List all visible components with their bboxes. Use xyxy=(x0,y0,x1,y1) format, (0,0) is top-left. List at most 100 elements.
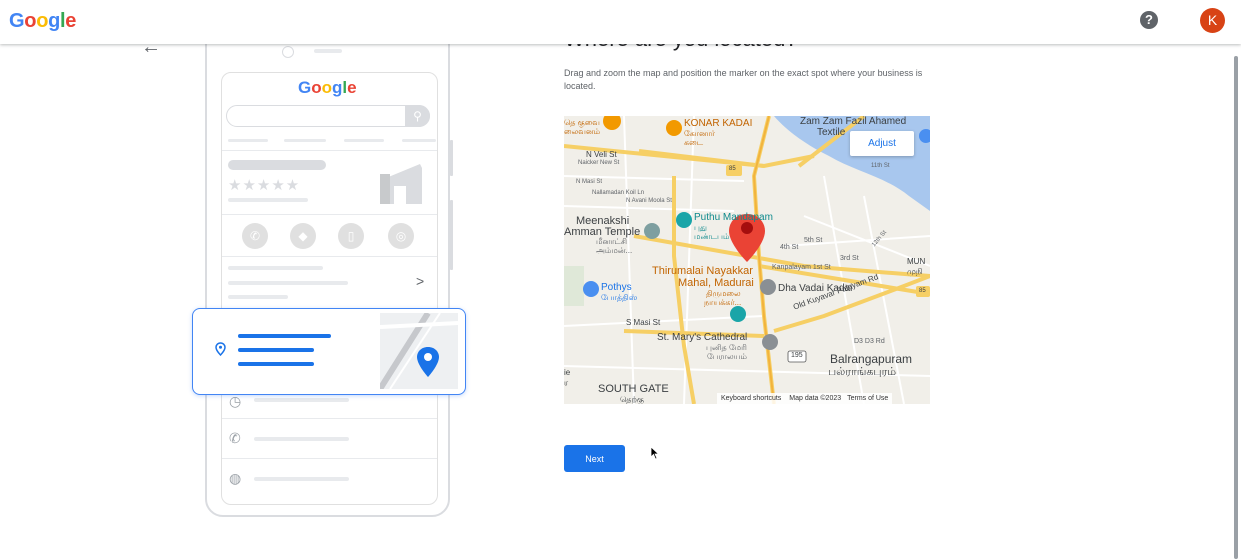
map-label: Puthu Mandapam xyxy=(694,212,773,223)
map-label: Pothys xyxy=(601,282,632,293)
logo-letter: o xyxy=(321,78,333,97)
divider xyxy=(222,150,437,151)
illustration-google-logo: Google xyxy=(298,78,357,98)
terms-of-use-link[interactable]: Terms of Use xyxy=(847,395,888,402)
keyboard-shortcuts-link[interactable]: Keyboard shortcuts xyxy=(721,395,781,402)
avatar[interactable]: K xyxy=(1200,8,1225,33)
map-label: Zam Zam Fazil Ahamed xyxy=(800,116,907,127)
bookmark-icon: ▯ xyxy=(338,223,364,249)
map-label: ie xyxy=(564,368,571,377)
logo-letter: G xyxy=(9,10,25,32)
phone-icon: ✆ xyxy=(242,223,268,249)
address-line xyxy=(238,362,314,366)
illustration-title-bar xyxy=(228,160,326,170)
globe-icon: ◍ xyxy=(229,470,242,486)
adjust-button[interactable]: Adjust xyxy=(850,131,914,156)
map-label: 5th St xyxy=(804,237,823,244)
divider xyxy=(222,458,437,459)
map-label: மண்டபம் xyxy=(694,232,730,241)
logo-letter: o xyxy=(24,10,37,32)
illustration-line xyxy=(228,295,288,299)
top-app-bar: Google ? K xyxy=(0,0,1241,44)
map-footer: Keyboard shortcuts Map data ©2023 Terms … xyxy=(717,393,893,404)
divider xyxy=(222,256,437,257)
map-label: பேராலயம் xyxy=(707,352,747,361)
logo-letter: o xyxy=(311,78,322,97)
phone-side-button xyxy=(450,200,453,270)
store-icon xyxy=(380,164,422,204)
map-label: S Masi St xyxy=(626,318,661,327)
illustration-tab xyxy=(402,139,436,142)
map-label: போத்திஸ் xyxy=(601,293,638,302)
map-label: Naicker New St xyxy=(578,160,620,166)
page-description: Drag and zoom the map and position the m… xyxy=(564,68,923,91)
address-line xyxy=(238,334,331,338)
map-label: D3 D3 Rd xyxy=(854,338,885,345)
chevron-right-icon: > xyxy=(416,273,425,289)
map-data-attribution: Map data ©2023 xyxy=(789,395,842,402)
map-label: SOUTH GATE xyxy=(598,383,669,395)
map-label: அம்மன்... xyxy=(596,246,633,255)
map-label: Textile xyxy=(817,127,846,138)
map-label: லைவனம் xyxy=(564,127,601,136)
phone-side-button xyxy=(450,140,453,176)
map-label: N Masi St xyxy=(576,179,603,185)
map-label: Balrangapuram xyxy=(830,352,913,366)
illustration-tab xyxy=(344,139,384,142)
google-logo[interactable]: Google xyxy=(9,10,76,33)
phone-icon: ✆ xyxy=(229,430,241,446)
website-icon: ◎ xyxy=(388,223,414,249)
map-label: நாயக்கர்... xyxy=(704,298,742,307)
next-button[interactable]: Next xyxy=(564,445,625,472)
map-label: Nallamadan Koil Ln xyxy=(592,190,645,196)
divider xyxy=(222,418,437,419)
map-label: பல்ராங்கபுரம் xyxy=(828,366,897,378)
logo-letter: g xyxy=(48,10,61,32)
map-label: Thirumalai Nayakkar xyxy=(652,265,753,277)
map-label: முநி xyxy=(907,267,923,276)
map-label: 3rd St xyxy=(840,255,859,262)
scrollbar[interactable] xyxy=(1234,56,1238,559)
illustration-line xyxy=(254,477,349,481)
map-label: ர xyxy=(564,378,569,387)
map-label: St. Mary's Cathedral xyxy=(657,332,748,343)
logo-letter: e xyxy=(347,78,357,97)
divider xyxy=(222,214,437,215)
map-label: கடை xyxy=(684,138,704,147)
phone-speaker xyxy=(314,49,342,53)
map-label: KONAR KADAI xyxy=(684,118,753,129)
map-label: MUN xyxy=(907,257,926,266)
illustration-search-bar xyxy=(226,105,430,127)
star-rating-icon: ★★★★★ xyxy=(228,177,301,194)
illustration-line xyxy=(254,398,349,402)
search-icon: ⚲ xyxy=(405,105,430,127)
mini-map xyxy=(380,313,458,389)
illustration-line xyxy=(228,281,348,285)
illustration-line xyxy=(228,266,323,270)
logo-letter: o xyxy=(36,10,49,32)
phone-camera xyxy=(282,46,294,58)
address-line xyxy=(238,348,314,352)
map-label: தெற்கு xyxy=(620,395,644,404)
back-arrow-icon[interactable]: ← xyxy=(141,36,161,59)
illustration-line xyxy=(228,198,308,202)
clock-icon: ◷ xyxy=(229,393,242,409)
location-pin-icon xyxy=(215,342,226,356)
route-shield-label: 85 xyxy=(919,288,926,294)
map-label: N Avani Moola St xyxy=(626,198,672,204)
help-icon[interactable]: ? xyxy=(1140,11,1158,29)
logo-letter: g xyxy=(332,78,343,97)
directions-icon: ◆ xyxy=(290,223,316,249)
map-label: N Veli St xyxy=(586,150,617,159)
route-shield-label: 85 xyxy=(729,166,736,172)
route-shield-label: 195 xyxy=(791,352,803,359)
logo-letter: G xyxy=(298,78,312,97)
map-view[interactable]: தெ குவை லைவனம் KONAR KADAI கோனார் கடை Za… xyxy=(564,116,930,404)
mouse-cursor-icon xyxy=(650,446,660,460)
illustration-tab xyxy=(228,139,268,142)
illustration-tab xyxy=(284,139,326,142)
map-label: Mahal, Madurai xyxy=(678,277,754,289)
logo-letter: e xyxy=(65,10,77,32)
illustration-line xyxy=(254,437,349,441)
map-label: 4th St xyxy=(780,244,799,251)
